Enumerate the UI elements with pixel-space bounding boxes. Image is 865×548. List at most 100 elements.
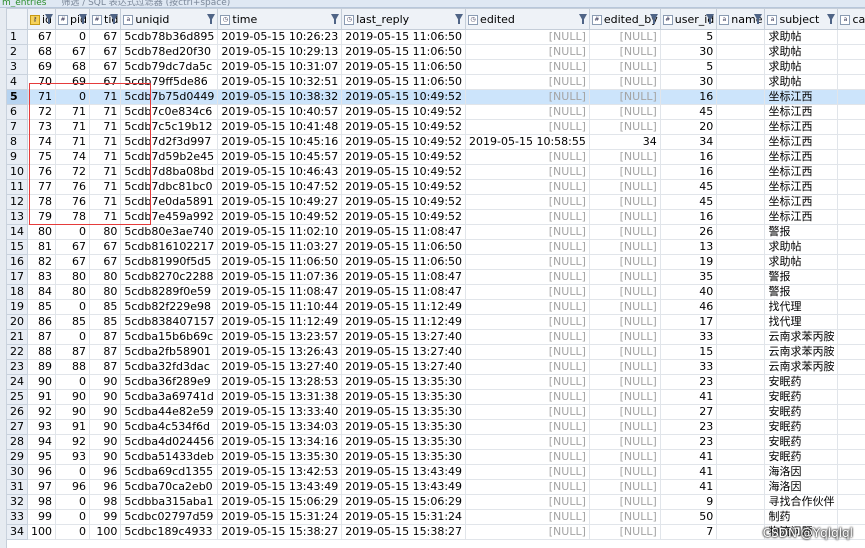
cell-edited[interactable]: [NULL] bbox=[465, 404, 590, 420]
cell-category[interactable] bbox=[837, 224, 865, 240]
cell-uniqid[interactable]: 5cdb7c0e834c6 bbox=[120, 104, 219, 120]
cell-category[interactable] bbox=[837, 104, 865, 120]
cell-category[interactable] bbox=[837, 164, 865, 180]
cell-tid[interactable]: 85 bbox=[89, 299, 122, 315]
row-number[interactable]: 6 bbox=[6, 104, 28, 120]
table-row[interactable]: 2 68 67 67 5cdb78ed20f30 2019-05-15 10:29:13 2… bbox=[6, 44, 865, 60]
filter-icon[interactable] bbox=[455, 14, 464, 24]
cell-time[interactable]: 2019-05-15 11:10:44 bbox=[217, 299, 343, 315]
cell-category[interactable] bbox=[837, 74, 865, 90]
cell-category[interactable] bbox=[837, 494, 865, 510]
cell-subject[interactable]: 找代理 bbox=[764, 299, 839, 315]
cell-edited[interactable]: [NULL] bbox=[465, 179, 590, 195]
row-number[interactable]: 13 bbox=[6, 209, 28, 225]
column-header-name[interactable]: a name bbox=[716, 8, 766, 30]
table-row[interactable]: 8 74 71 71 5cdb7d2f3d997 2019-05-15 10:45:16 2… bbox=[6, 134, 865, 150]
cell-pid[interactable]: 90 bbox=[54, 404, 91, 420]
cell-edited[interactable]: [NULL] bbox=[465, 434, 590, 450]
cell-user-id[interactable]: 30 bbox=[659, 44, 718, 60]
cell-last-reply[interactable]: 2019-05-15 11:06:50 bbox=[341, 254, 467, 270]
cell-last-reply[interactable]: 2019-05-15 15:06:29 bbox=[341, 494, 467, 510]
cell-category[interactable] bbox=[837, 149, 865, 165]
cell-tid[interactable]: 67 bbox=[89, 239, 122, 255]
cell-id[interactable]: 73 bbox=[27, 119, 56, 135]
cell-edited[interactable]: [NULL] bbox=[465, 284, 590, 300]
cell-id[interactable]: 77 bbox=[27, 179, 56, 195]
row-number[interactable]: 17 bbox=[6, 269, 28, 285]
cell-user-id[interactable]: 34 bbox=[659, 134, 718, 150]
cell-id[interactable]: 100 bbox=[27, 524, 56, 540]
row-number[interactable]: 30 bbox=[6, 464, 28, 480]
cell-pid[interactable]: 0 bbox=[54, 464, 91, 480]
cell-edited-by[interactable]: [NULL] bbox=[588, 209, 661, 225]
filter-bar[interactable]: m_entries 筛选 / SQL 表达式过滤器 (按ctrl+space) bbox=[0, 0, 865, 8]
cell-name[interactable] bbox=[716, 404, 766, 420]
cell-user-id[interactable]: 5 bbox=[659, 29, 718, 45]
row-number[interactable]: 5 bbox=[6, 89, 28, 105]
cell-name[interactable] bbox=[716, 134, 766, 150]
cell-name[interactable] bbox=[716, 359, 766, 375]
cell-user-id[interactable]: 35 bbox=[659, 269, 718, 285]
cell-time[interactable]: 2019-05-15 13:23:57 bbox=[217, 329, 343, 345]
cell-name[interactable] bbox=[716, 419, 766, 435]
cell-pid[interactable]: 96 bbox=[54, 479, 91, 495]
table-row[interactable]: 14 80 0 80 5cdb80e3ae740 2019-05-15 11:02:10 2… bbox=[6, 224, 865, 240]
cell-last-reply[interactable]: 2019-05-15 13:35:30 bbox=[341, 434, 467, 450]
row-number[interactable]: 11 bbox=[6, 179, 28, 195]
cell-uniqid[interactable]: 5cdb79dc7da5c bbox=[120, 59, 219, 75]
cell-name[interactable] bbox=[716, 179, 766, 195]
table-row[interactable]: 6 72 71 71 5cdb7c0e834c6 2019-05-15 10:40:57 2… bbox=[6, 104, 865, 120]
cell-name[interactable] bbox=[716, 254, 766, 270]
cell-category[interactable] bbox=[837, 284, 865, 300]
cell-edited-by[interactable]: [NULL] bbox=[588, 194, 661, 210]
cell-id[interactable]: 87 bbox=[27, 329, 56, 345]
cell-tid[interactable]: 98 bbox=[89, 494, 122, 510]
cell-pid[interactable]: 68 bbox=[54, 59, 91, 75]
cell-uniqid[interactable]: 5cdb80e3ae740 bbox=[120, 224, 219, 240]
cell-name[interactable] bbox=[716, 329, 766, 345]
cell-subject[interactable]: 坐标江西 bbox=[764, 134, 839, 150]
cell-last-reply[interactable]: 2019-05-15 10:49:52 bbox=[341, 104, 467, 120]
cell-edited[interactable]: [NULL] bbox=[465, 374, 590, 390]
data-grid[interactable]: ⚷ id # pid # tid a uniqid ◷ time ◷ last_reply … bbox=[6, 8, 865, 540]
cell-last-reply[interactable]: 2019-05-15 10:49:52 bbox=[341, 89, 467, 105]
cell-uniqid[interactable]: 5cdbba315aba1 bbox=[120, 494, 219, 510]
cell-category[interactable] bbox=[837, 269, 865, 285]
cell-last-reply[interactable]: 2019-05-15 10:49:52 bbox=[341, 119, 467, 135]
cell-time[interactable]: 2019-05-15 13:34:16 bbox=[217, 434, 343, 450]
cell-edited[interactable]: [NULL] bbox=[465, 119, 590, 135]
cell-subject[interactable]: 坐标江西 bbox=[764, 149, 839, 165]
cell-time[interactable]: 2019-05-15 11:03:27 bbox=[217, 239, 343, 255]
cell-last-reply[interactable]: 2019-05-15 13:35:30 bbox=[341, 404, 467, 420]
cell-tid[interactable]: 90 bbox=[89, 434, 122, 450]
column-header-category[interactable]: acategory bbox=[837, 8, 865, 30]
cell-edited-by[interactable]: [NULL] bbox=[588, 254, 661, 270]
column-header-uniqid[interactable]: a uniqid bbox=[120, 8, 219, 30]
cell-edited[interactable]: [NULL] bbox=[465, 149, 590, 165]
cell-edited[interactable]: [NULL] bbox=[465, 344, 590, 360]
cell-tid[interactable]: 67 bbox=[89, 254, 122, 270]
table-row[interactable]: 11 77 76 71 5cdb7dbc81bc0 2019-05-15 10:47:52… bbox=[6, 179, 865, 195]
cell-edited[interactable]: [NULL] bbox=[465, 359, 590, 375]
cell-name[interactable] bbox=[716, 89, 766, 105]
cell-subject[interactable]: 坐标江西 bbox=[764, 179, 839, 195]
row-number[interactable]: 28 bbox=[6, 434, 28, 450]
cell-edited-by[interactable]: [NULL] bbox=[588, 44, 661, 60]
cell-id[interactable]: 68 bbox=[27, 44, 56, 60]
cell-time[interactable]: 2019-05-15 13:27:40 bbox=[217, 359, 343, 375]
row-number[interactable]: 18 bbox=[6, 284, 28, 300]
cell-user-id[interactable]: 5 bbox=[659, 59, 718, 75]
cell-time[interactable]: 2019-05-15 13:31:38 bbox=[217, 389, 343, 405]
cell-last-reply[interactable]: 2019-05-15 11:12:49 bbox=[341, 314, 467, 330]
cell-time[interactable]: 2019-05-15 10:47:52 bbox=[217, 179, 343, 195]
cell-subject[interactable]: 求助帖 bbox=[764, 59, 839, 75]
cell-time[interactable]: 2019-05-15 13:34:03 bbox=[217, 419, 343, 435]
row-number[interactable]: 3 bbox=[6, 59, 28, 75]
cell-edited-by[interactable]: [NULL] bbox=[588, 239, 661, 255]
table-row[interactable]: 25 91 90 90 5cdba3a69741d 2019-05-15 13:31:38… bbox=[6, 389, 865, 405]
cell-uniqid[interactable]: 5cdb78b36d895 bbox=[120, 29, 219, 45]
table-row[interactable]: 32 98 0 98 5cdbba315aba1 2019-05-15 15:06:29 2… bbox=[6, 494, 865, 510]
cell-user-id[interactable]: 15 bbox=[659, 344, 718, 360]
cell-edited-by[interactable]: [NULL] bbox=[588, 389, 661, 405]
cell-tid[interactable]: 90 bbox=[89, 374, 122, 390]
